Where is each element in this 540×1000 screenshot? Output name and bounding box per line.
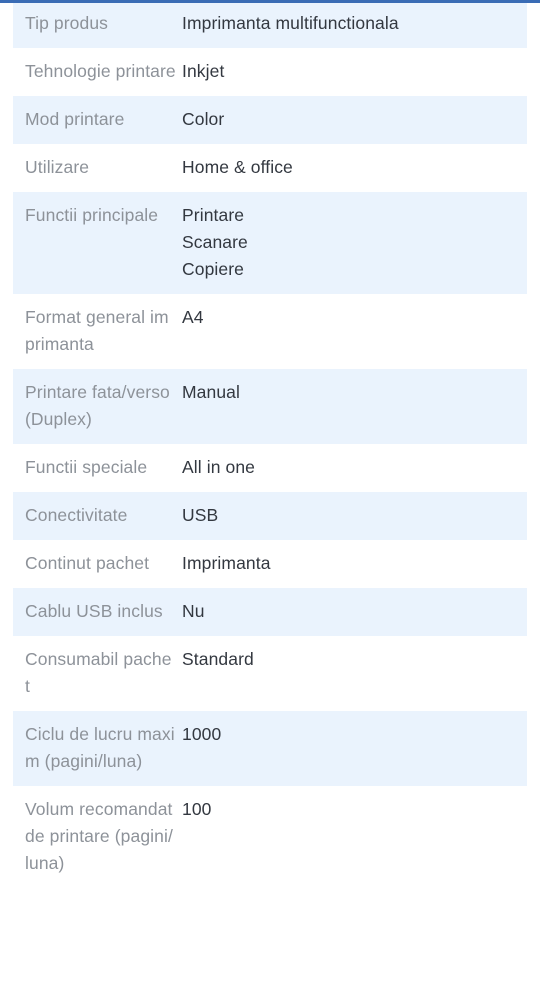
spec-value: 100 [182,799,212,819]
spec-label: Conectivitate [25,505,128,525]
spec-value: 1000 [182,724,222,744]
spec-row: Volum recomandat de printare (pagini/lun… [13,786,527,888]
spec-value: A4 [182,307,204,327]
spec-value: Inkjet [182,61,225,81]
spec-row: Format general imprimanta A4 [13,294,527,369]
spec-label: Consumabil pachet [25,649,172,696]
spec-value: Printare Scanare Copiere [182,205,248,279]
spec-row: Conectivitate USB [13,492,527,540]
spec-label: Continut pachet [25,553,150,573]
spec-label: Ciclu de lucru maxim (pagini/luna) [25,724,175,771]
spec-label: Volum recomandat de printare (pagini/lun… [25,799,173,873]
spec-row: Utilizare Home & office [13,144,527,192]
spec-value: Imprimanta multifunctionala [182,13,399,33]
spec-row: Mod printare Color [13,96,527,144]
spec-row: Printare fata/verso (Duplex) Manual [13,369,527,444]
spec-value: USB [182,505,219,525]
spec-label: Mod printare [25,109,125,129]
product-specifications-table: Tip produs Imprimanta multifunctionala Teh… [0,0,540,888]
spec-label: Functii speciale [25,457,148,477]
top-accent-bar [0,0,540,3]
spec-row: Functii principale Printare Scanare Copie… [13,192,527,294]
spec-value: Manual [182,382,240,402]
spec-label: Printare fata/verso (Duplex) [25,382,170,429]
spec-row: Continut pachet Imprimanta [13,540,527,588]
spec-value: Home & office [182,157,293,177]
spec-row: Tip produs Imprimanta multifunctionala [13,0,527,48]
spec-label: Utilizare [25,157,90,177]
spec-row: Ciclu de lucru maxim (pagini/luna) 1000 [13,711,527,786]
spec-value: All in one [182,457,255,477]
spec-value: Color [182,109,225,129]
spec-label: Tehnologie printare [25,61,176,81]
spec-row: Consumabil pachet Standard [13,636,527,711]
spec-row: Functii speciale All in one [13,444,527,492]
spec-row: Tehnologie printare Inkjet [13,48,527,96]
spec-label: Functii principale [25,205,159,225]
spec-label: Tip produs [25,13,109,33]
spec-value: Nu [182,601,205,621]
spec-label: Cablu USB inclus [25,601,163,621]
spec-value: Standard [182,649,254,669]
spec-row: Cablu USB inclus Nu [13,588,527,636]
spec-label: Format general imprimanta [25,307,169,354]
spec-value: Imprimanta [182,553,271,573]
